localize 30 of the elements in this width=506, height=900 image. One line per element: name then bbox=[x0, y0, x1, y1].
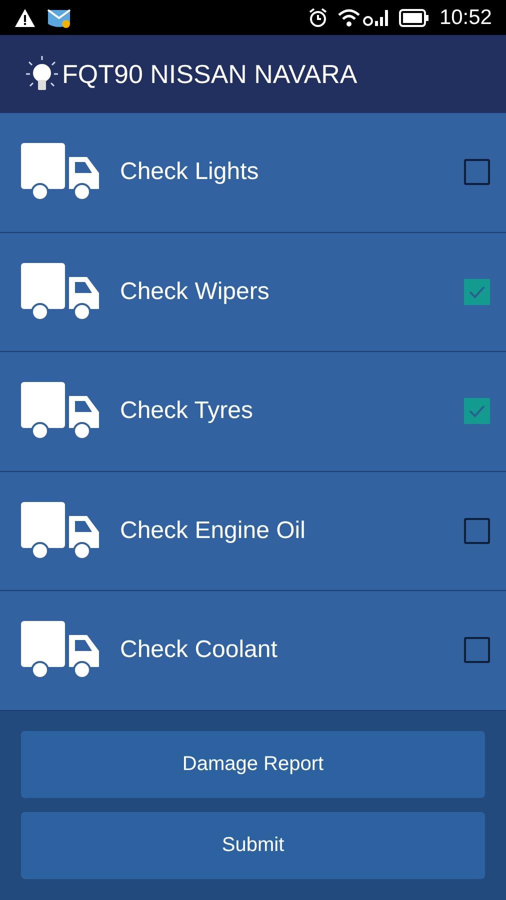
wifi-icon bbox=[337, 8, 362, 28]
checkbox[interactable] bbox=[464, 278, 490, 305]
submit-button[interactable]: Submit bbox=[21, 812, 485, 878]
checkbox[interactable] bbox=[464, 518, 490, 544]
checkbox[interactable] bbox=[464, 398, 490, 424]
truck-icon bbox=[21, 621, 99, 680]
checkbox[interactable] bbox=[464, 637, 490, 664]
check-label: Check Wipers bbox=[120, 276, 270, 307]
checkmark-icon bbox=[468, 284, 486, 299]
alarm-icon bbox=[307, 6, 330, 28]
battery-icon bbox=[399, 8, 430, 26]
truck-icon bbox=[21, 143, 99, 202]
checkmark-icon bbox=[468, 404, 486, 418]
warning-icon bbox=[14, 8, 36, 28]
checklist-row[interactable]: Check Lights bbox=[0, 113, 506, 232]
app-title: FQT90 NISSAN NAVARA bbox=[62, 58, 358, 90]
checklist-row[interactable]: Check Coolant bbox=[0, 591, 506, 710]
damage-report-button[interactable]: Damage Report bbox=[21, 730, 485, 798]
checklist-row[interactable]: Check Tyres bbox=[0, 352, 506, 472]
checklist-row[interactable]: Check Engine Oil bbox=[0, 472, 506, 591]
check-label: Check Tyres bbox=[120, 396, 254, 426]
truck-icon bbox=[21, 502, 99, 560]
check-label: Check Lights bbox=[120, 157, 260, 188]
checkbox[interactable] bbox=[464, 159, 490, 186]
truck-icon bbox=[21, 262, 99, 321]
check-label: Check Coolant bbox=[120, 635, 278, 666]
clock-time: 10:52 bbox=[439, 4, 492, 31]
truck-icon bbox=[21, 382, 99, 440]
check-label: Check Engine Oil bbox=[120, 516, 306, 546]
checklist-row[interactable]: Check Wipers bbox=[0, 232, 506, 352]
